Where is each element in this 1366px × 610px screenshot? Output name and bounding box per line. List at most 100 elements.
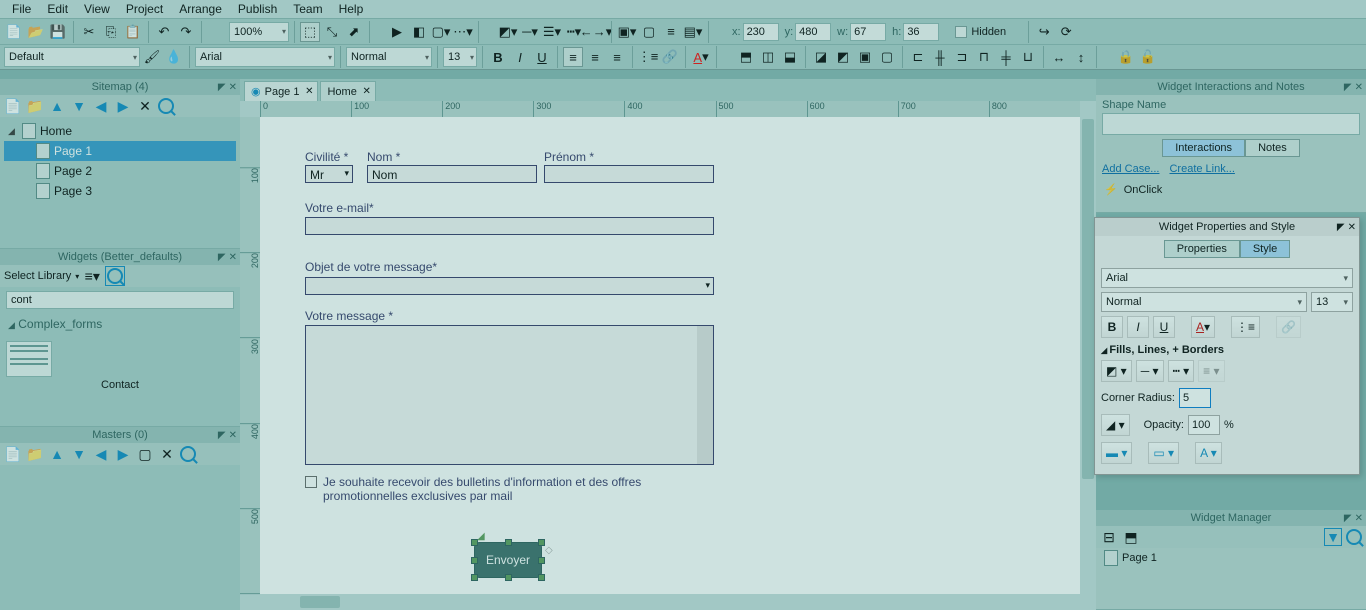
manager-page-1[interactable]: Page 1 [1096,548,1366,568]
widget-filter[interactable] [6,291,234,309]
options-icon[interactable]: ≡▾ [83,267,101,285]
prop-font-combo[interactable]: Arial [1101,268,1353,288]
prop-bold[interactable]: B [1101,316,1123,338]
fill-icon[interactable]: ◩▾ [498,22,518,42]
arrow-icon[interactable]: ←→▾ [586,22,606,42]
prop-underline[interactable]: U [1153,316,1175,338]
lock-icon[interactable]: 🔒 [1116,47,1136,67]
tab-page-1[interactable]: ◉Page 1 ✕ [244,81,318,101]
align-l-icon[interactable]: ⊏ [908,47,928,67]
tab-close-icon[interactable]: ✕ [362,86,370,97]
close-icon[interactable]: ✕ [1355,513,1363,524]
underline-icon[interactable]: U [532,47,552,67]
collapse-icon[interactable]: ◤ [1344,513,1352,524]
scrollbar-horizontal[interactable] [260,594,1080,610]
point-mode-icon[interactable]: ⬈ [344,22,364,42]
select-mode-icon[interactable]: ⬚ [300,22,320,42]
delete-icon[interactable]: ✕ [158,445,176,463]
down-icon[interactable]: ▼ [70,445,88,463]
create-link-link[interactable]: Create Link... [1169,163,1234,175]
h-input[interactable] [903,23,939,41]
list-icon[interactable]: ⋮≡ [638,47,658,67]
copy-icon[interactable]: ⎘ [101,22,121,42]
tab-properties[interactable]: Properties [1164,240,1240,258]
menu-view[interactable]: View [76,0,118,18]
backward-icon[interactable]: ▢ [877,47,897,67]
connect-mode-icon[interactable]: ⤡ [322,22,342,42]
add-page-icon[interactable]: 📄 [4,97,22,115]
sitemap-page-3[interactable]: Page 3 [4,181,236,201]
publish-icon[interactable]: ▢▾ [431,22,451,42]
add-master-icon[interactable]: 📄 [4,445,22,463]
outdent-icon[interactable]: ◀ [92,445,110,463]
corner-radius-input[interactable] [1179,388,1211,408]
align-right-text-icon[interactable]: ≡ [607,47,627,67]
widget-contact-thumb[interactable]: Contact [6,341,234,391]
delete-icon[interactable]: ✕ [136,97,154,115]
close-icon[interactable]: ✕ [229,82,237,93]
collapse-icon[interactable]: ◤ [1337,222,1345,233]
shape-name-input[interactable] [1102,113,1360,135]
properties-titlebar[interactable]: Widget Properties and Style ◤✕ [1095,218,1359,236]
prop-weight-combo[interactable]: Normal [1101,292,1307,312]
dropper-icon[interactable]: 💧 [164,47,184,67]
line-icon[interactable]: ─▾ [520,22,540,42]
down-icon[interactable]: ▼ [70,97,88,115]
prop-border[interactable]: ─ ▾ [1136,360,1164,382]
collapse-icon[interactable]: ◤ [218,252,226,263]
tab-interactions[interactable]: Interactions [1162,139,1245,157]
close-icon[interactable]: ✕ [229,252,237,263]
prop-border-width[interactable]: ≡ ▾ [1198,360,1224,382]
prev-icon[interactable]: ⟳ [1056,22,1076,42]
tab-close-icon[interactable]: ✕ [305,86,313,97]
usage-icon[interactable]: ▢ [136,445,154,463]
checkbox-newsletter[interactable]: Je souhaite recevoir des bulletins d'inf… [305,475,725,503]
link-icon[interactable]: 🔗 [660,47,680,67]
line-weight-icon[interactable]: ☰▾ [542,22,562,42]
input-prenom[interactable] [544,165,714,183]
textarea-message[interactable]: ▴▾ [305,325,714,465]
forward-icon[interactable]: ▣ [855,47,875,67]
search-manager-icon[interactable] [1346,529,1362,545]
w-input[interactable] [850,23,886,41]
menu-arrange[interactable]: Arrange [171,0,230,18]
indent-icon[interactable]: ▶ [114,97,132,115]
prop-inner-shadow[interactable]: ▭ ▾ [1148,442,1179,464]
group-icon[interactable]: ▣▾ [617,22,637,42]
style-combo[interactable]: Default [4,47,140,67]
event-onclick[interactable]: ⚡OnClick [1096,181,1366,198]
up-icon[interactable]: ▲ [48,445,66,463]
ungroup-icon[interactable]: ▢ [639,22,659,42]
distribute-v-icon[interactable]: ↕ [1071,47,1091,67]
unlock-icon[interactable]: 🔓 [1138,47,1158,67]
tab-style[interactable]: Style [1240,240,1290,258]
indent-icon[interactable]: ▶ [114,445,132,463]
prop-color[interactable]: A ▾ [1191,316,1215,338]
sitemap-root[interactable]: ◢Home [4,121,236,141]
input-email[interactable] [305,217,714,235]
up-icon[interactable]: ⬒ [1122,528,1140,546]
outdent-icon[interactable]: ◀ [92,97,110,115]
tab-home[interactable]: Home ✕ [320,81,375,101]
submit-button[interactable]: Envoyer ◢ ◇ [474,542,542,578]
tab-notes[interactable]: Notes [1245,139,1300,157]
front-icon[interactable]: ◪ [811,47,831,67]
add-folder-icon[interactable]: 📁 [26,445,44,463]
menu-team[interactable]: Team [285,0,330,18]
prop-text-shadow[interactable]: A ▾ [1195,442,1222,464]
hidden-checkbox[interactable] [955,26,967,38]
font-color-icon[interactable]: A▾ [691,47,711,67]
align-b-icon[interactable]: ⊔ [1018,47,1038,67]
close-icon[interactable]: ✕ [1348,222,1356,233]
prop-link[interactable]: 🔗 [1276,316,1301,338]
align-left-icon[interactable]: ≡ [661,22,681,42]
sitemap-page-2[interactable]: Page 2 [4,161,236,181]
new-file-icon[interactable]: 📄 [4,22,24,42]
properties-panel[interactable]: Widget Properties and Style ◤✕ Propertie… [1094,217,1360,475]
open-file-icon[interactable]: 📂 [26,22,46,42]
bold-icon[interactable]: B [488,47,508,67]
menu-file[interactable]: File [4,0,39,18]
paste-icon[interactable]: 📋 [123,22,143,42]
collapse-icon[interactable]: ◤ [218,430,226,441]
sort-icon[interactable]: ⊟ [1100,528,1118,546]
